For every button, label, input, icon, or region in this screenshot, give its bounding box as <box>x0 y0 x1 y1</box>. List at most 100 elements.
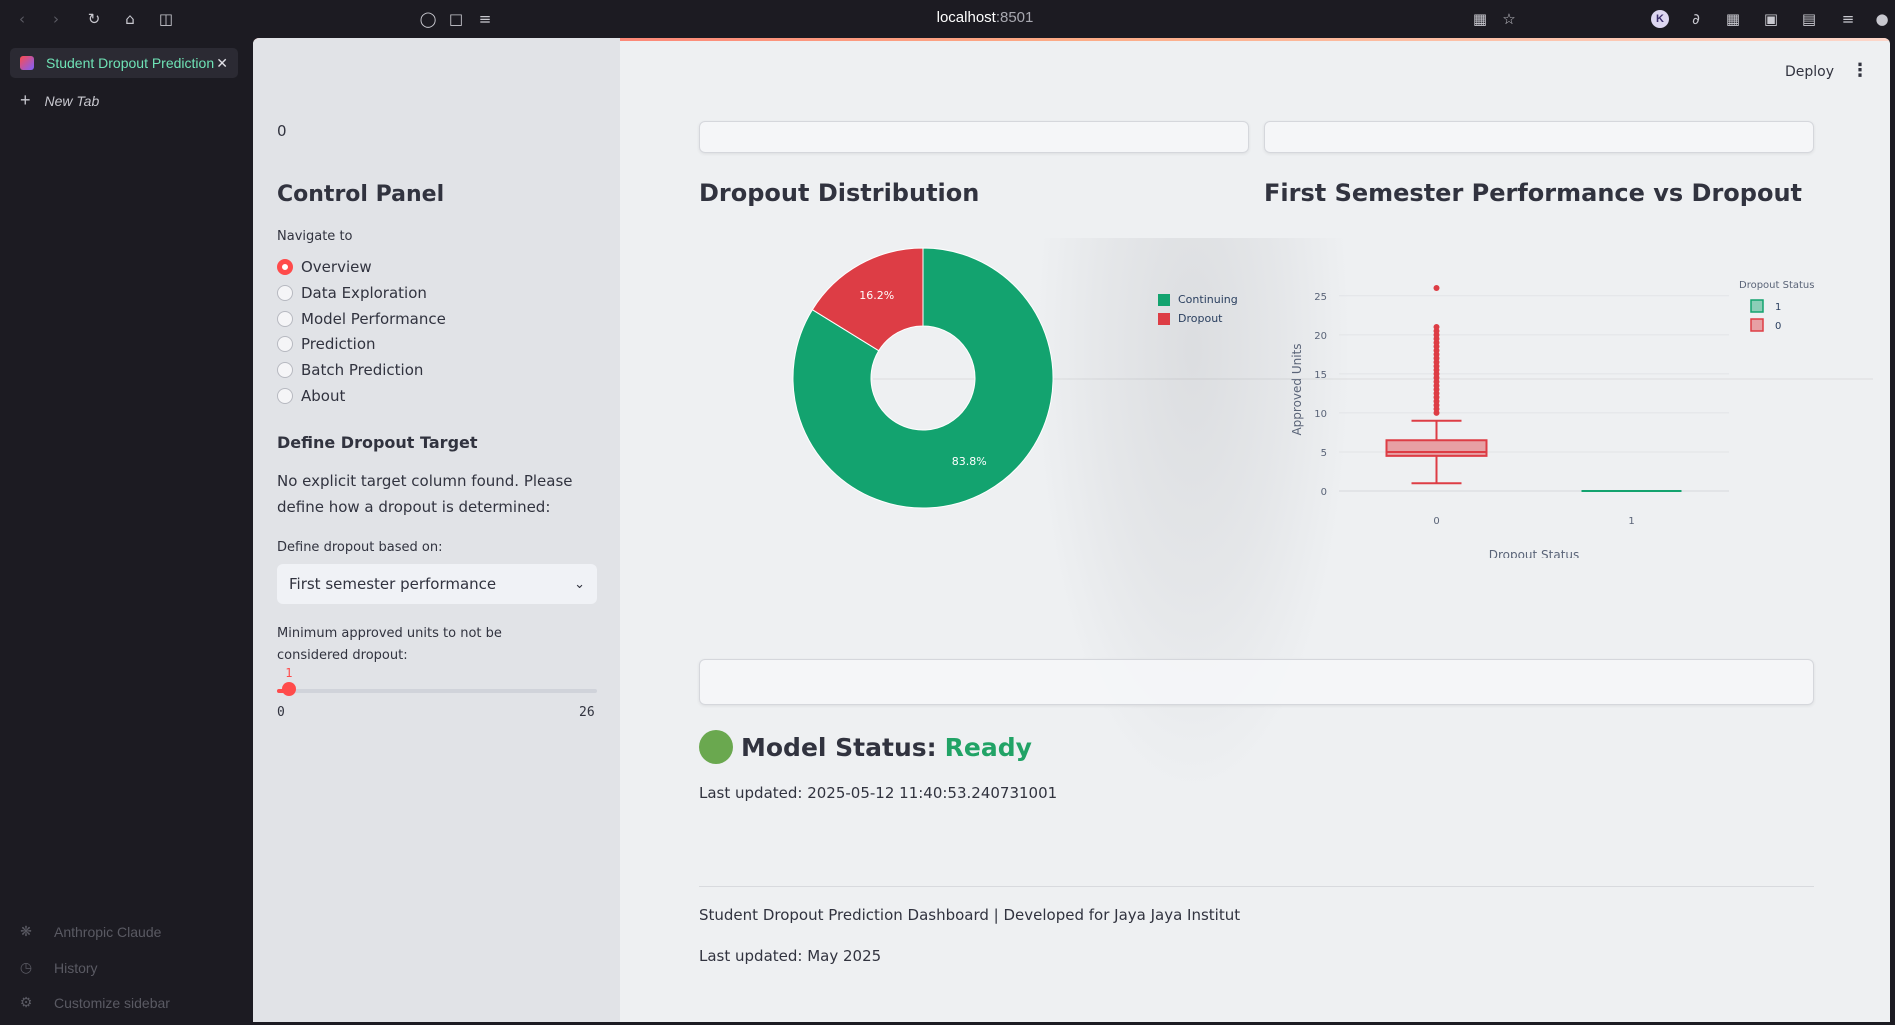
legend-swatch <box>1158 294 1170 306</box>
extension-icon[interactable]: ∂ <box>1686 9 1706 29</box>
url-bar[interactable]: localhost:8501 <box>880 9 1090 26</box>
qr-icon[interactable]: ▦ <box>1470 9 1490 29</box>
y-tick-label: 15 <box>1314 370 1327 381</box>
box-outlier-point <box>1433 324 1440 331</box>
container-icon[interactable]: ▣ <box>1761 9 1781 29</box>
y-tick-label: 10 <box>1314 409 1327 420</box>
legend-swatch <box>1750 318 1764 332</box>
performance-box-chart[interactable]: 05101520250 1Dropout StatusApproved Units… <box>1264 268 1819 558</box>
legend-swatch <box>1158 313 1170 325</box>
browser-toolbar: ‹ › ↻ ⌂ ◫ ◯ □ ≡ localhost:8501 ▦ ☆ K ∂ ▦… <box>0 0 1895 38</box>
control-sidebar: 0 Control Panel Navigate to Overview Dat… <box>253 38 620 1022</box>
radio-icon <box>277 336 293 352</box>
home-icon[interactable]: ⌂ <box>120 9 140 29</box>
legend-label: Dropout <box>1178 312 1223 325</box>
metric-card <box>1264 121 1814 153</box>
y-tick-label: 20 <box>1314 331 1327 342</box>
min-units-label: Minimum approved units to not be conside… <box>277 626 502 663</box>
pie-slice-label: 16.2% <box>859 289 894 302</box>
x-axis-title: Dropout Status <box>1489 548 1580 558</box>
new-tab-button[interactable]: + New Tab <box>20 90 99 111</box>
nav-radio-label: Data Exploration <box>301 284 427 302</box>
dropout-basis-select[interactable]: First semester performance ⌄ <box>277 564 597 604</box>
box-chart-title: First Semester Performance vs Dropout <box>1264 179 1803 207</box>
sidebar-item-anthropic-claude[interactable]: ❋ Anthropic Claude <box>16 924 161 940</box>
y-tick-label: 25 <box>1314 292 1327 303</box>
sidebar-item-label: Anthropic Claude <box>54 924 162 940</box>
claude-icon: ❋ <box>20 924 32 940</box>
account-icon[interactable]: ● <box>1872 9 1892 29</box>
nav-radio-overview[interactable]: Overview <box>277 258 372 276</box>
control-panel-title: Control Panel <box>277 182 445 207</box>
sidebar-item-label: History <box>54 960 98 976</box>
legend-title: Dropout Status <box>1739 280 1814 291</box>
metric-card <box>699 121 1249 153</box>
sidebar-item-customize[interactable]: ⚙ Customize sidebar <box>16 995 170 1011</box>
plus-icon: + <box>20 90 31 110</box>
radio-icon <box>277 362 293 378</box>
status-indicator-icon <box>699 730 733 764</box>
nav-radio-label: Prediction <box>301 335 376 353</box>
slider-thumb[interactable] <box>282 682 297 696</box>
legend-label: Continuing <box>1178 293 1238 306</box>
legend-item-dropout[interactable]: Dropout <box>1158 312 1238 325</box>
nav-radio-label: Overview <box>301 258 372 276</box>
new-tab-label: New Tab <box>44 92 100 109</box>
reload-icon[interactable]: ↻ <box>84 9 104 29</box>
chevron-down-icon: ⌄ <box>574 576 585 592</box>
nav-radio-about[interactable]: About <box>277 387 345 405</box>
menu-icon[interactable]: ≡ <box>1838 9 1858 29</box>
page-icon[interactable]: □ <box>446 9 466 29</box>
permissions-icon[interactable]: ≡ <box>475 9 495 29</box>
browser-sidebar: Student Dropout Prediction ✕ + New Tab ❋… <box>0 38 253 1025</box>
dropout-basis-value: First semester performance <box>289 575 497 593</box>
nav-radio-model-performance[interactable]: Model Performance <box>277 310 446 328</box>
clock-icon: ◷ <box>19 960 33 976</box>
shield-icon[interactable]: ◯ <box>418 9 438 29</box>
radio-icon <box>277 285 293 301</box>
nav-radio-prediction[interactable]: Prediction <box>277 335 376 353</box>
reader-icon[interactable]: ▤ <box>1799 9 1819 29</box>
pie-legend: Continuing Dropout <box>1158 293 1238 331</box>
streamlit-app: 0 Control Panel Navigate to Overview Dat… <box>253 38 1890 1022</box>
footer-credit: Student Dropout Prediction Dashboard | D… <box>699 906 1241 924</box>
tab-student-dropout[interactable]: Student Dropout Prediction ✕ <box>10 48 238 78</box>
nav-radio-label: Batch Prediction <box>301 361 424 379</box>
legend-label: 1 <box>1775 302 1781 313</box>
sidebar-item-history[interactable]: ◷ History <box>16 960 98 976</box>
bookmark-star-icon[interactable]: ☆ <box>1499 9 1519 29</box>
slider-max-label: 26 <box>579 705 595 720</box>
main-menu-icon[interactable]: ⋮ <box>1851 60 1869 81</box>
status-prefix: Model Status: <box>741 732 937 762</box>
status-value: Ready <box>944 732 1032 762</box>
nav-radio-label: Model Performance <box>301 310 446 328</box>
box-body-0 <box>1385 439 1488 457</box>
extensions-grid-icon[interactable]: ▦ <box>1723 9 1743 29</box>
back-icon[interactable]: ‹ <box>12 9 32 29</box>
dropout-donut-chart[interactable]: 83.8% 16.2% <box>783 238 1063 518</box>
x-tick-label: 0 <box>1433 516 1439 527</box>
profile-avatar[interactable]: K <box>1651 10 1669 28</box>
model-status-heading: Model Status: Ready <box>699 730 1032 764</box>
forward-icon[interactable]: › <box>46 9 66 29</box>
footer-divider <box>699 886 1814 887</box>
define-dropout-description: No explicit target column found. Please … <box>277 472 573 516</box>
y-tick-label: 5 <box>1321 448 1327 459</box>
deploy-button[interactable]: Deploy <box>1785 64 1834 80</box>
url-port: :8501 <box>995 9 1034 26</box>
close-tab-icon[interactable]: ✕ <box>216 55 228 72</box>
define-dropout-title: Define Dropout Target <box>277 433 478 452</box>
info-card <box>699 659 1814 705</box>
min-units-slider-track[interactable] <box>277 689 597 693</box>
sidebar-toggle-icon[interactable]: ◫ <box>156 9 176 29</box>
footer-last-updated: Last updated: May 2025 <box>699 947 882 965</box>
slider-min-label: 0 <box>277 705 285 720</box>
pie-chart-title: Dropout Distribution <box>699 179 980 207</box>
sidebar-top-value: 0 <box>277 122 287 140</box>
nav-radio-batch-prediction[interactable]: Batch Prediction <box>277 361 423 379</box>
pie-slice-label: 83.8% <box>952 455 987 468</box>
nav-radio-data-exploration[interactable]: Data Exploration <box>277 284 427 302</box>
legend-item-continuing[interactable]: Continuing <box>1158 293 1238 306</box>
radio-selected-icon <box>277 259 293 275</box>
y-axis-title: Approved Units <box>1290 343 1304 435</box>
